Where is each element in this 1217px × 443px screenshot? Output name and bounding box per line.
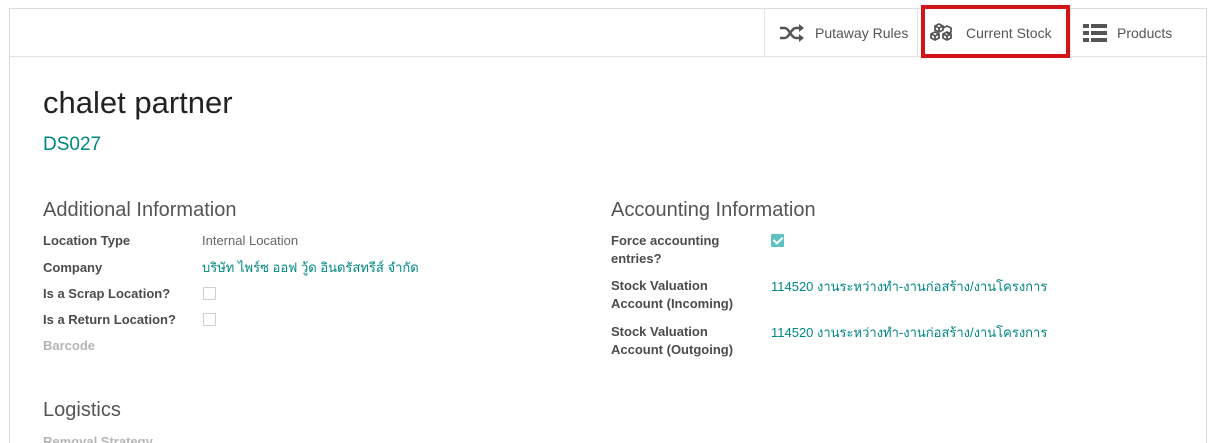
current-stock-button[interactable]: Current Stock	[917, 9, 1069, 56]
stock-valuation-incoming-label-line1: Stock Valuation	[611, 278, 708, 293]
company-value[interactable]: บริษัท ไพร์ซ ออฟ วู้ด อินดรัสทรีส์ จำกัด	[202, 259, 419, 276]
removal-strategy-label: Removal Strategy	[43, 434, 153, 443]
logistics-title: Logistics	[43, 399, 121, 421]
cubes-icon	[930, 22, 956, 44]
additional-info-title: Additional Information	[43, 199, 237, 221]
return-location-checkbox[interactable]	[203, 313, 216, 326]
stock-valuation-outgoing-label-line2: Account (Outgoing)	[611, 342, 734, 357]
stock-valuation-outgoing-value[interactable]: 114520 งานระหว่างทำ-งานก่อสร้าง/งานโครงก…	[771, 324, 1047, 341]
barcode-label: Barcode	[43, 338, 96, 353]
return-location-label: Is a Return Location?	[43, 312, 176, 327]
smart-button-box: Putaway Rules Current Stock Products	[10, 5, 1208, 58]
stock-valuation-incoming-label-line2: Account (Incoming)	[611, 296, 734, 311]
location-type-value[interactable]: Internal Location	[202, 232, 298, 249]
shuffle-icon	[779, 23, 805, 42]
company-label: Company	[43, 260, 103, 275]
record-title: chalet partner	[43, 85, 233, 120]
record-code: DS027	[43, 134, 102, 155]
stock-valuation-outgoing-label-line1: Stock Valuation	[611, 324, 708, 339]
force-accounting-checkbox[interactable]	[771, 234, 784, 247]
force-accounting-label-line2: entries?	[611, 251, 662, 266]
putaway-rules-label: Putaway Rules	[815, 24, 909, 41]
products-button[interactable]: Products	[1070, 9, 1208, 56]
current-stock-label: Current Stock	[966, 24, 1052, 41]
products-label: Products	[1117, 24, 1173, 41]
list-icon	[1083, 23, 1107, 42]
putaway-rules-button[interactable]: Putaway Rules	[764, 9, 916, 56]
force-accounting-label-line1: Force accounting	[611, 233, 720, 248]
form-sheet: Putaway Rules Current Stock Products cha…	[9, 5, 1208, 443]
location-type-label: Location Type	[43, 233, 131, 248]
accounting-info-title: Accounting Information	[611, 199, 816, 221]
scrap-location-checkbox[interactable]	[203, 287, 216, 300]
scrap-location-label: Is a Scrap Location?	[43, 286, 171, 301]
stock-valuation-incoming-value[interactable]: 114520 งานระหว่างทำ-งานก่อสร้าง/งานโครงก…	[771, 278, 1047, 295]
